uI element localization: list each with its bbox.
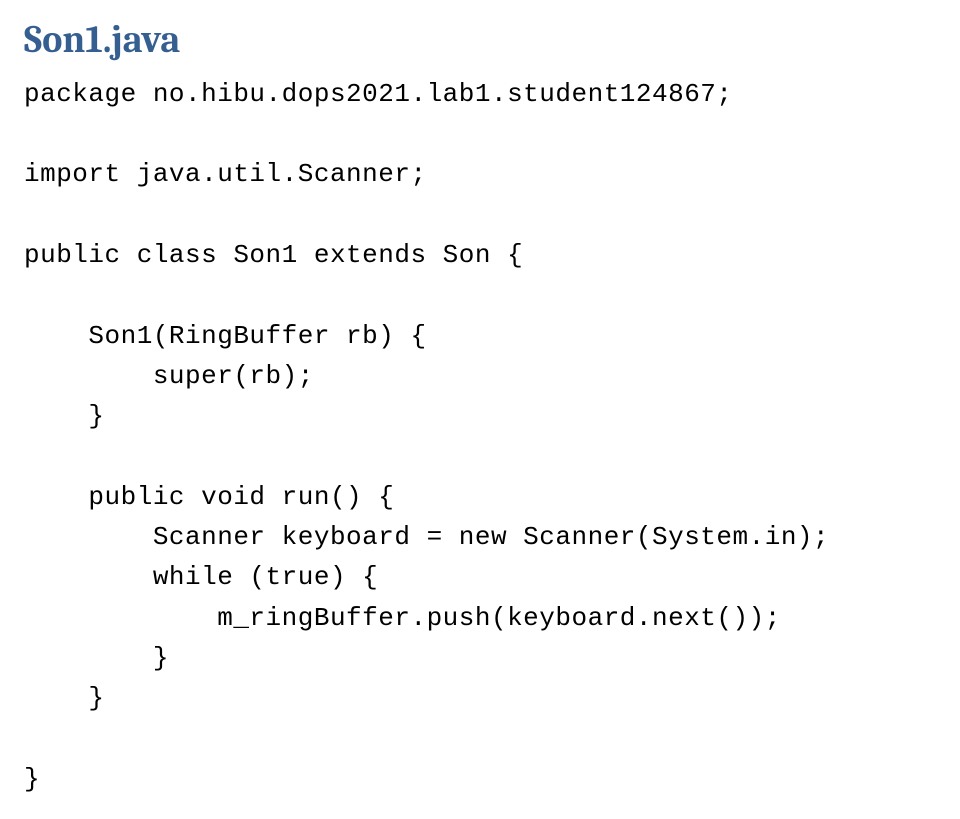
code-line: while (true) { [24, 562, 378, 592]
code-line: Son1(RingBuffer rb) { [24, 321, 427, 351]
code-line: } [24, 401, 105, 431]
code-line: m_ringBuffer.push(keyboard.next()); [24, 603, 781, 633]
code-line: } [24, 764, 40, 794]
code-line: import java.util.Scanner; [24, 159, 427, 189]
code-line: } [24, 683, 105, 713]
code-line: package no.hibu.dops2021.lab1.student124… [24, 79, 733, 109]
code-line: super(rb); [24, 361, 314, 391]
code-content: package no.hibu.dops2021.lab1.student124… [24, 74, 936, 799]
code-line: public void run() { [24, 482, 394, 512]
code-line: Scanner keyboard = new Scanner(System.in… [24, 522, 829, 552]
file-title: Son1.java [24, 20, 936, 62]
code-line: } [24, 643, 169, 673]
code-line: public class Son1 extends Son { [24, 240, 523, 270]
